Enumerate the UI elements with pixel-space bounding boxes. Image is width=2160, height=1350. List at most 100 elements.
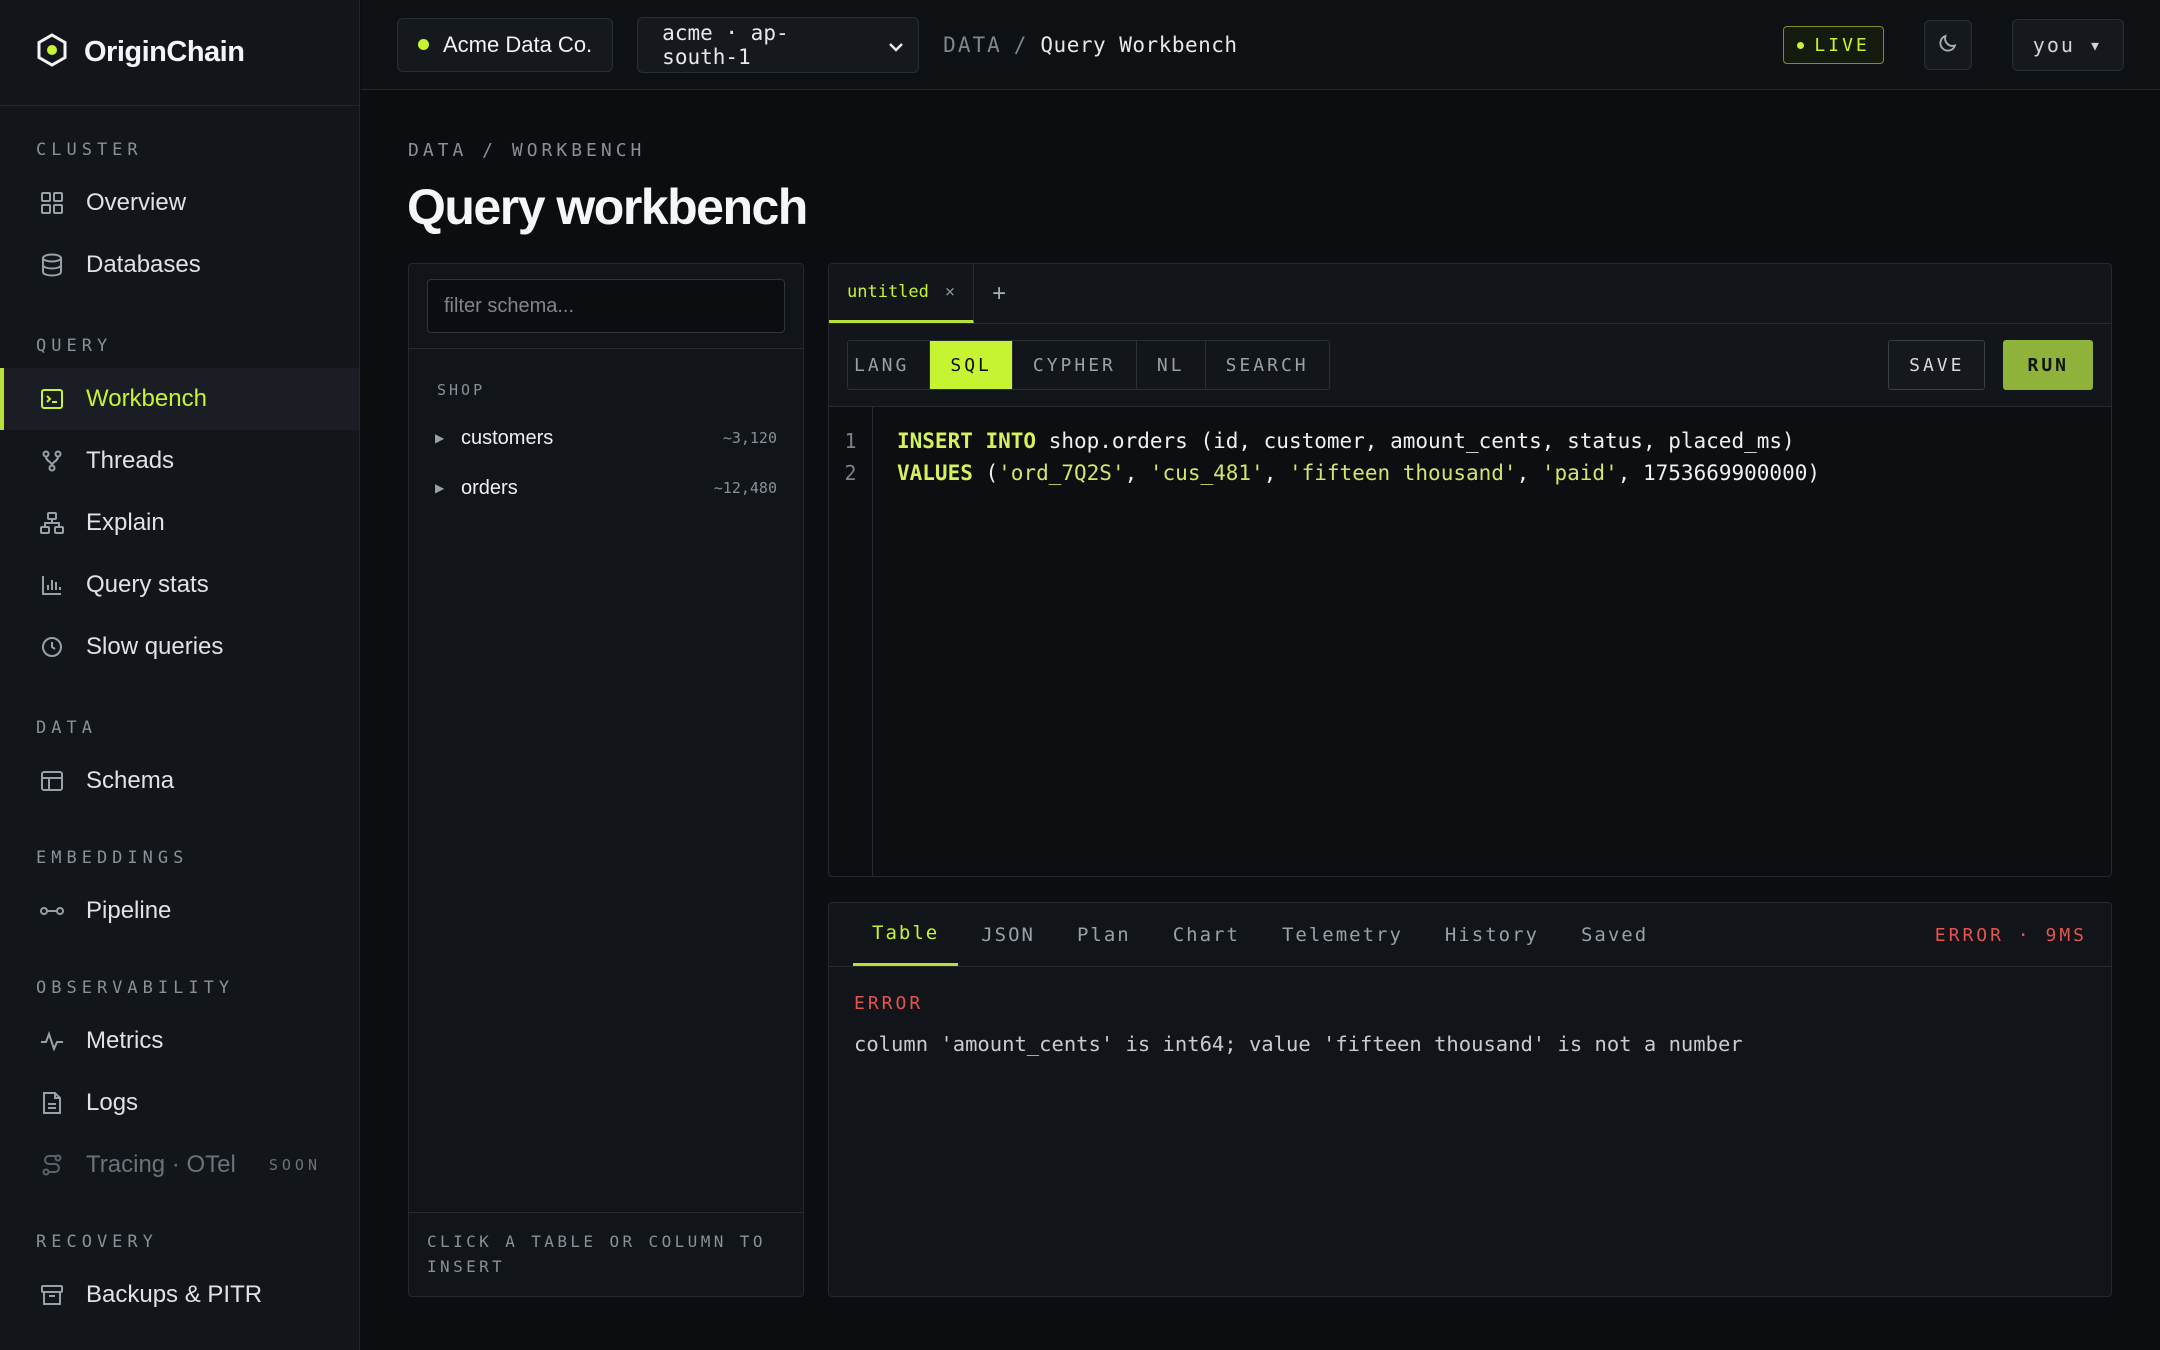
user-menu-button[interactable]: you ▾ xyxy=(2011,19,2124,71)
editor-tab-untitled[interactable]: untitled × xyxy=(829,264,975,323)
sidebar-item-schema[interactable]: Schema xyxy=(0,750,359,812)
sidebar-item-workbench[interactable]: Workbench xyxy=(0,368,359,430)
sidebar-item-label: Explain xyxy=(86,509,165,536)
chevron-down-icon xyxy=(888,33,904,57)
table-name: customers xyxy=(461,426,554,449)
org-switcher[interactable]: Acme Data Co. xyxy=(397,17,614,72)
tab-telemetry[interactable]: Telemetry xyxy=(1263,903,1422,966)
sidebar-item-overview[interactable]: Overview xyxy=(0,172,359,234)
region-select[interactable]: acme · ap-south-1 xyxy=(637,16,920,73)
breadcrumb: DATA / Query Workbench xyxy=(943,33,1237,57)
code-editor[interactable]: 1 2 INSERT INTO shop.orders (id, custome… xyxy=(829,407,2111,876)
sidebar-item-label: Databases xyxy=(86,251,201,278)
code-line: VALUES ('ord_7Q2S', 'cus_481', 'fifteen … xyxy=(897,461,1821,485)
error-message: column 'amount_cents' is int64; value 'f… xyxy=(854,1032,1743,1056)
tab-json[interactable]: JSON xyxy=(962,903,1054,966)
schema-table-customers[interactable]: ▶ customers ~3,120 xyxy=(409,413,803,463)
editor-panel: untitled × + LANG SQL CYPHER NL SEARCH S… xyxy=(828,263,2112,877)
grid-icon xyxy=(40,191,64,215)
moon-icon xyxy=(1938,33,1958,58)
sidebar-item-tracing: Tracing · OTel SOON xyxy=(0,1134,359,1196)
branch-icon xyxy=(40,449,64,473)
save-button[interactable]: SAVE xyxy=(1888,340,1986,390)
run-button[interactable]: RUN xyxy=(2003,340,2093,390)
lang-label: LANG xyxy=(854,354,910,376)
breadcrumb-current: Query Workbench xyxy=(1040,32,1238,57)
sidebar-item-label: Pipeline xyxy=(86,897,172,924)
sidebar-item-label: Threads xyxy=(86,447,175,474)
tab-plan[interactable]: Plan xyxy=(1058,903,1150,966)
sidebar-item-databases[interactable]: Databases xyxy=(0,234,359,296)
org-name: Acme Data Co. xyxy=(443,31,593,57)
sidebar-item-explain[interactable]: Explain xyxy=(0,492,359,554)
tab-history[interactable]: History xyxy=(1426,903,1558,966)
nav-section-embeddings: EMBEDDINGS xyxy=(36,848,189,868)
brand[interactable]: OriginChain xyxy=(0,0,359,106)
region-value: acme · ap-south-1 xyxy=(662,20,789,69)
soon-badge: SOON xyxy=(268,1156,321,1174)
archive-icon xyxy=(40,1283,64,1307)
breadcrumb-root[interactable]: DATA xyxy=(943,33,1002,57)
code-line: INSERT INTO shop.orders (id, customer, a… xyxy=(897,429,1795,453)
error-label: ERROR xyxy=(854,993,924,1014)
sidebar-item-label: Logs xyxy=(86,1089,139,1116)
query-status: ERROR · 9MS xyxy=(1934,924,2087,946)
theme-toggle-button[interactable] xyxy=(1923,20,1972,70)
page-title: Query workbench xyxy=(407,179,808,235)
line-number: 2 xyxy=(844,461,857,485)
document-icon xyxy=(40,1091,64,1115)
sidebar-item-label: Metrics xyxy=(86,1027,164,1054)
editor-tab-label: untitled xyxy=(847,282,929,302)
lang-cypher-button[interactable]: CYPHER xyxy=(1011,341,1136,389)
live-label: LIVE xyxy=(1814,34,1870,56)
live-dot-icon xyxy=(1797,41,1805,49)
hierarchy-icon xyxy=(40,511,64,535)
sidebar-item-metrics[interactable]: Metrics xyxy=(0,1010,359,1072)
sidebar-item-backups[interactable]: Backups & PITR xyxy=(0,1264,359,1326)
sidebar-item-label: Workbench xyxy=(86,385,207,412)
topbar: Acme Data Co. acme · ap-south-1 DATA / Q… xyxy=(361,0,2160,90)
schema-table-orders[interactable]: ▶ orders ~12,480 xyxy=(409,463,803,513)
table-name: orders xyxy=(461,476,518,499)
results-panel: Table JSON Plan Chart Telemetry History … xyxy=(828,902,2112,1297)
sidebar-item-pipeline[interactable]: Pipeline xyxy=(0,880,359,942)
status-dot xyxy=(418,39,429,50)
sidebar-item-slow-queries[interactable]: Slow queries xyxy=(0,616,359,678)
line-number: 1 xyxy=(844,429,857,453)
sidebar-item-label: Tracing · OTel xyxy=(86,1151,236,1178)
expand-triangle-icon[interactable]: ▶ xyxy=(435,431,461,445)
sidebar-item-label: Slow queries xyxy=(86,633,224,660)
lang-sql-button[interactable]: SQL xyxy=(929,341,1012,389)
nav-section-data: DATA xyxy=(36,718,97,738)
schema-panel: SHOP ▶ customers ~3,120 ▶ orders ~12,480… xyxy=(408,263,804,1297)
pipeline-icon xyxy=(40,899,64,923)
tab-chart[interactable]: Chart xyxy=(1154,903,1259,966)
bar-chart-icon xyxy=(40,573,64,597)
editor-tabbar: untitled × + xyxy=(829,264,2111,324)
sidebar-item-label: Overview xyxy=(86,189,187,216)
sidebar-item-label: Schema xyxy=(86,767,175,794)
lang-search-button[interactable]: SEARCH xyxy=(1204,341,1329,389)
editor-actions: SAVE RUN xyxy=(1888,340,2093,390)
schema-filter-input[interactable] xyxy=(427,279,785,333)
lang-nl-button[interactable]: NL xyxy=(1135,341,1205,389)
expand-triangle-icon[interactable]: ▶ xyxy=(435,481,461,495)
nav-section-query: QUERY xyxy=(36,336,113,356)
line-numbers: 1 2 xyxy=(829,407,873,876)
tab-saved[interactable]: Saved xyxy=(1562,903,1667,966)
nav-section-cluster: CLUSTER xyxy=(36,140,143,160)
code-content[interactable]: INSERT INTO shop.orders (id, customer, a… xyxy=(873,407,1820,876)
nav-section-recovery: RECOVERY xyxy=(36,1232,158,1252)
close-icon[interactable]: × xyxy=(945,282,955,302)
tab-table[interactable]: Table xyxy=(853,903,959,966)
breadcrumb-separator: / xyxy=(1013,32,1029,57)
sidebar-item-threads[interactable]: Threads xyxy=(0,430,359,492)
logo-hexagon-icon xyxy=(36,33,68,72)
add-tab-button[interactable]: + xyxy=(974,264,1024,323)
editor-toolbar: LANG SQL CYPHER NL SEARCH SAVE RUN xyxy=(829,324,2111,407)
clock-icon xyxy=(40,635,64,659)
row-count: ~12,480 xyxy=(713,479,777,497)
language-selector: LANG SQL CYPHER NL SEARCH xyxy=(847,340,1330,390)
sidebar-item-query-stats[interactable]: Query stats xyxy=(0,554,359,616)
sidebar-item-logs[interactable]: Logs xyxy=(0,1072,359,1134)
